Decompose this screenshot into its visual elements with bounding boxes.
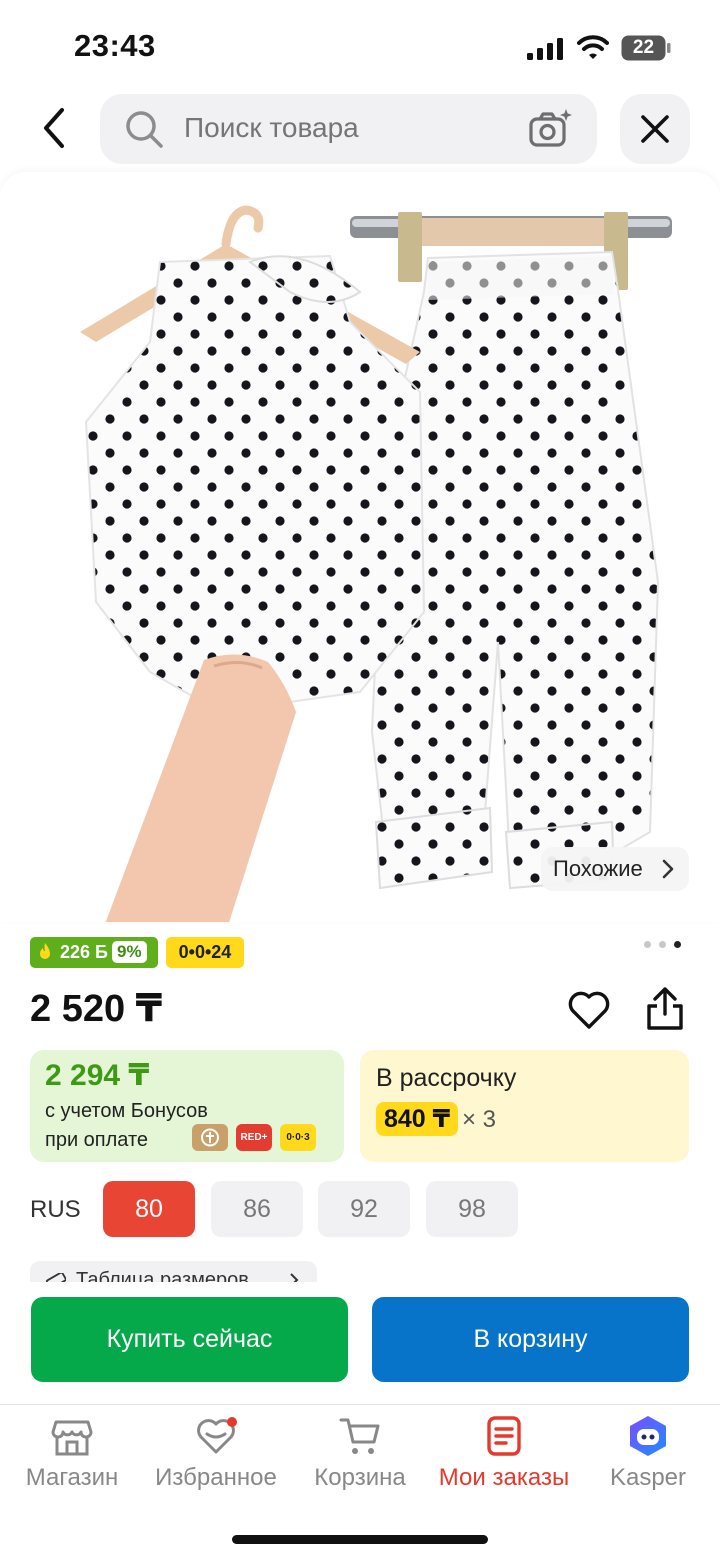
home-indicator[interactable] [232, 1535, 488, 1544]
favorite-heart-icon[interactable] [567, 989, 611, 1031]
wifi-icon [577, 35, 609, 59]
bonus-points-value: 226 Б [60, 942, 108, 962]
kasper-icon [630, 1416, 666, 1456]
image-pagination-dots [644, 941, 684, 951]
back-button[interactable] [30, 100, 80, 156]
pagination-dot [644, 941, 651, 948]
installment-title: В рассрочку [376, 1064, 517, 1092]
tab-label: Корзина [314, 1464, 406, 1491]
bonus-caption-2: при оплате [45, 1129, 149, 1151]
size-option-86[interactable]: 86 [211, 1181, 303, 1237]
tab-shop[interactable]: Магазин [0, 1408, 144, 1508]
bonus-price: 2 294 ₸ [45, 1059, 150, 1092]
heart-icon [197, 1417, 237, 1454]
status-bar: 23:43 22 [0, 0, 720, 90]
camera-search-icon[interactable] [528, 107, 574, 151]
red-plus-icon: RED+ [236, 1124, 272, 1151]
tab-label: Избранное [155, 1464, 277, 1491]
add-to-cart-button[interactable]: В корзину [372, 1297, 689, 1382]
size-option-98[interactable]: 98 [426, 1181, 518, 1237]
shop-icon [51, 1420, 93, 1456]
installment-badge: 0•0•24 [166, 937, 244, 968]
search-bar[interactable] [100, 94, 597, 164]
installment-multiplier: × 3 [462, 1106, 497, 1133]
bonus-price-card[interactable]: 2 294 ₸ с учетом Бонусов при оплате RED+… [30, 1050, 344, 1162]
close-button[interactable] [620, 94, 690, 164]
cellular-signal-icon [527, 38, 563, 60]
installment-amount: 840 ₸ [376, 1102, 459, 1136]
tab-favorites[interactable]: Избранное [144, 1408, 288, 1508]
gold-card-icon [192, 1124, 228, 1151]
buy-now-button[interactable]: Купить сейчас [31, 1297, 348, 1382]
chevron-right-icon [662, 859, 674, 879]
battery-level: 22 [632, 37, 655, 58]
tab-my-orders[interactable]: Мои заказы [432, 1408, 576, 1508]
tab-kasper[interactable]: Kasper [576, 1408, 720, 1508]
installment-003-icon: 0·0·3 [280, 1124, 316, 1151]
tab-label: Магазин [25, 1464, 119, 1491]
search-input[interactable] [184, 112, 514, 144]
product-image[interactable] [0, 172, 720, 922]
product-photo-illustration [80, 205, 672, 922]
status-time: 23:43 [74, 28, 156, 63]
installment-card[interactable]: В рассрочку 840 ₸ × 3 [360, 1050, 689, 1162]
size-option-92[interactable]: 92 [318, 1181, 410, 1237]
share-icon[interactable] [643, 986, 687, 1032]
search-icon [126, 111, 163, 148]
tab-cart[interactable]: Корзина [288, 1408, 432, 1508]
pagination-dot-active [674, 941, 681, 948]
tab-label: Мои заказы [438, 1464, 570, 1491]
size-option-80[interactable]: 80 [103, 1181, 195, 1237]
cart-icon [339, 1418, 380, 1454]
product-price: 2 520 ₸ [30, 988, 163, 1030]
bonus-percent: 9% [112, 941, 147, 963]
bonus-caption-1: с учетом Бонусов [45, 1100, 208, 1122]
tab-label: Kasper [609, 1464, 687, 1491]
size-system-label: RUS [30, 1196, 81, 1223]
similar-label: Похожие [553, 856, 643, 881]
battery-icon: 22 [621, 35, 671, 61]
similar-products-button[interactable]: Похожие [541, 847, 689, 891]
fire-icon [40, 943, 50, 959]
bonus-points-badge: 226 Б 9% [30, 937, 158, 968]
pagination-dot [659, 941, 666, 948]
orders-icon [487, 1416, 521, 1456]
